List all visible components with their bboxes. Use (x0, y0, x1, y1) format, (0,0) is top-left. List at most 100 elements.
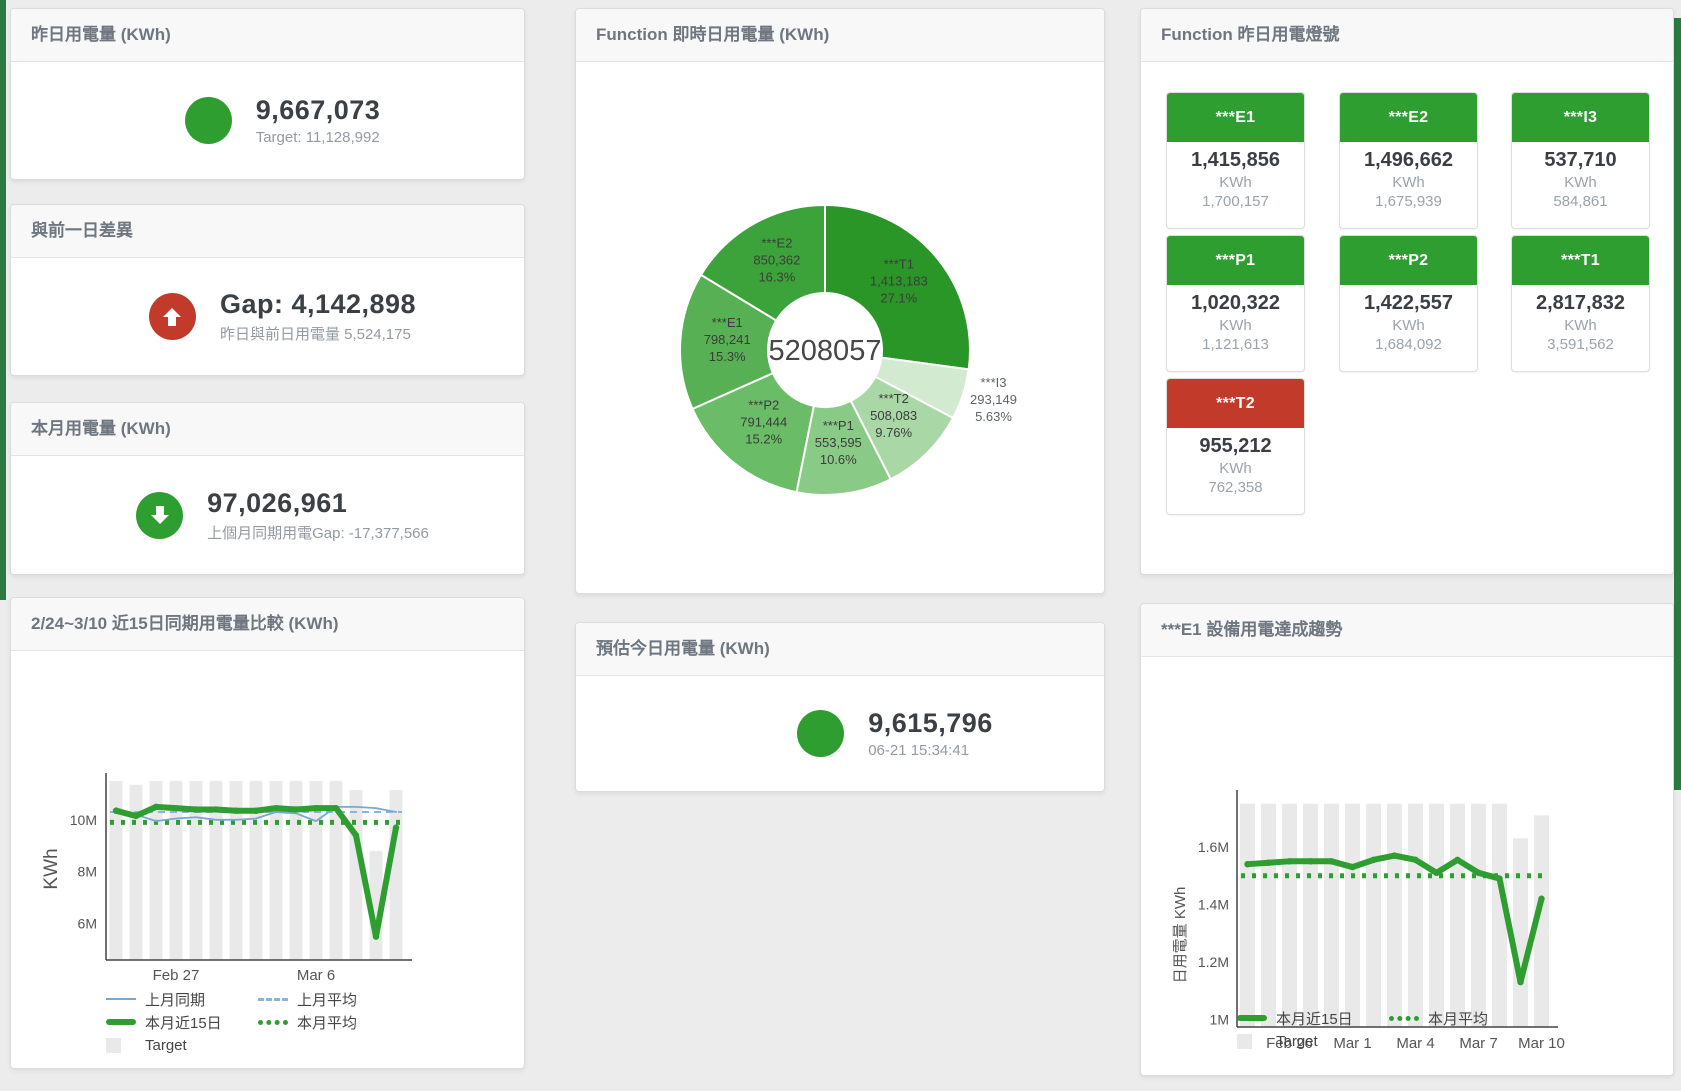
panel-forecast: 預估今日用電量 (KWh) 9,615,796 06-21 15:34:41 (575, 622, 1105, 792)
status-tile[interactable]: ***T2955,212KWh762,358 (1166, 378, 1305, 515)
y-tick-label: 1M (1210, 1012, 1229, 1028)
legend-item[interactable]: 本月近15日 (1237, 1008, 1389, 1029)
panel-title: ***E1 設備用電達成趨勢 (1141, 604, 1673, 657)
stat-subtitle: 06-21 15:34:41 (868, 742, 993, 759)
tile-sub-value: 1,121,613 (1167, 336, 1304, 353)
data-point (253, 808, 259, 814)
tile-value: 1,496,662 (1340, 149, 1477, 172)
panel-compare-chart: 2/24~3/10 近15日同期用電量比較 (KWh) 6M8M10MFeb 2… (10, 597, 525, 1069)
data-point (1454, 857, 1460, 863)
tile-sub-value: 1,684,092 (1340, 336, 1477, 353)
stat-value: 97,026,961 (207, 488, 429, 519)
target-bar (1387, 804, 1402, 1027)
target-bar (1408, 804, 1423, 1027)
tile-sub-value: 584,861 (1512, 193, 1649, 210)
tile-label: ***P2 (1340, 236, 1477, 285)
data-point (1412, 857, 1418, 863)
data-point (373, 933, 379, 939)
donut-slice-label: ***I3293,1495.63% (970, 375, 1017, 424)
y-tick-label: 1.6M (1198, 839, 1229, 855)
tile-value: 2,817,832 (1512, 292, 1649, 315)
panel-yesterday-usage: 昨日用電量 (KWh) 9,667,073 Target: 11,128,992 (10, 8, 525, 180)
panel-title: Function 昨日用電燈號 (1141, 9, 1673, 62)
tile-unit: KWh (1167, 317, 1304, 334)
data-point (1265, 860, 1271, 866)
legend-swatch-icon (106, 1019, 136, 1025)
legend-item[interactable]: 本月平均 (1389, 1008, 1488, 1029)
data-point (1538, 896, 1544, 902)
data-point (1244, 861, 1250, 867)
legend-row: 上月同期 上月平均 (106, 989, 357, 1009)
legend-label: 上月同期 (145, 989, 205, 1010)
legend-swatch-icon (1237, 1034, 1252, 1049)
legend-row: Target (1237, 1031, 1488, 1051)
legend-item[interactable]: 上月同期 (106, 989, 258, 1010)
data-point (153, 804, 159, 810)
status-tile[interactable]: ***I3537,710KWh584,861 (1511, 92, 1650, 229)
target-bar (1303, 804, 1318, 1027)
panel-realtime-donut: Function 即時日用電量 (KWh) ***T11,413,18327.1… (575, 8, 1105, 594)
status-tile[interactable]: ***E11,415,856KWh1,700,157 (1166, 92, 1305, 229)
legend-label: 本月平均 (297, 1012, 357, 1033)
legend-swatch-icon (258, 998, 288, 1001)
legend-item[interactable]: Target (1237, 1033, 1318, 1050)
target-bar (1324, 804, 1339, 1027)
tile-label: ***I3 (1512, 93, 1649, 142)
target-bar (350, 790, 363, 960)
tile-sub-value: 1,675,939 (1340, 193, 1477, 210)
stat-value: 9,667,073 (256, 95, 381, 126)
data-point (193, 806, 199, 812)
data-point (333, 805, 339, 811)
data-point (133, 813, 139, 819)
tile-sub-value: 3,591,562 (1512, 336, 1649, 353)
target-bar (1240, 804, 1255, 1027)
panel-month-usage: 本月用電量 (KWh) 97,026,961 上個月同期用電Gap: -17,3… (10, 402, 525, 575)
legend-item[interactable]: 上月平均 (258, 989, 357, 1010)
y-tick-label: 6M (78, 916, 97, 932)
tile-value: 1,415,856 (1167, 149, 1304, 172)
stat-subtitle: 昨日與前日用電量 5,524,175 (220, 323, 416, 344)
data-point (273, 805, 279, 811)
status-tile[interactable]: ***T12,817,832KWh3,591,562 (1511, 235, 1650, 372)
status-tile[interactable]: ***P11,020,322KWh1,121,613 (1166, 235, 1305, 372)
legend-item[interactable]: 本月近15日 (106, 1012, 258, 1033)
data-point (1391, 852, 1397, 858)
y-tick-label: 1.4M (1198, 896, 1229, 912)
y-axis-label: 日用電量 KWh (1172, 887, 1189, 984)
legend-label: Target (145, 1037, 187, 1054)
status-tile[interactable]: ***P21,422,557KWh1,684,092 (1339, 235, 1478, 372)
legend-row: 本月近15日 本月平均 (1237, 1008, 1488, 1028)
data-point (1517, 979, 1523, 985)
donut-center-total: 5208057 (769, 335, 882, 367)
legend-label: 本月平均 (1428, 1008, 1488, 1029)
stat-value: Gap: 4,142,898 (220, 289, 416, 320)
stat-subtitle: 上個月同期用電Gap: -17,377,566 (207, 522, 429, 543)
target-bar (1429, 804, 1444, 1027)
data-point (393, 824, 399, 830)
legend-label: 本月近15日 (1276, 1008, 1353, 1029)
tile-unit: KWh (1340, 317, 1477, 334)
status-tile[interactable]: ***E21,496,662KWh1,675,939 (1339, 92, 1478, 229)
data-point (1496, 875, 1502, 881)
target-bar (390, 790, 403, 960)
target-bar (1450, 804, 1465, 1027)
data-point (1475, 870, 1481, 876)
legend-item[interactable]: 本月平均 (258, 1012, 357, 1033)
tile-value: 955,212 (1167, 435, 1304, 458)
page-edge-strip-right (1674, 18, 1681, 790)
data-point (293, 806, 299, 812)
compare-chart-legend: 上月同期 上月平均本月近15日 本月平均 Target (106, 989, 357, 1058)
panel-title: 本月用電量 (KWh) (11, 403, 524, 456)
tile-label: ***T1 (1512, 236, 1649, 285)
data-point (1286, 858, 1292, 864)
legend-label: 本月近15日 (145, 1012, 222, 1033)
panel-title: Function 即時日用電量 (KWh) (576, 9, 1104, 62)
data-point (1307, 858, 1313, 864)
panel-title: 昨日用電量 (KWh) (11, 9, 524, 62)
target-bar (1471, 804, 1486, 1027)
realtime-donut-chart[interactable]: ***T11,413,18327.1%***I3293,1495.63%***T… (576, 62, 1102, 592)
y-tick-label: 1.2M (1198, 954, 1229, 970)
data-point (353, 832, 359, 838)
legend-item[interactable]: Target (106, 1037, 187, 1054)
panel-title: 與前一日差異 (11, 205, 524, 258)
